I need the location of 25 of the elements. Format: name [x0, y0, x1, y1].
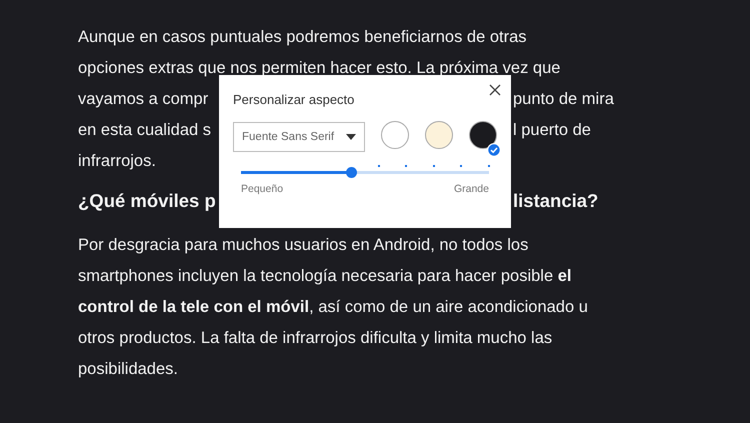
paragraph-line: smartphones incluyen la tecnología necesaria para hacer posible el	[78, 267, 572, 285]
article-heading: listancia?	[513, 189, 598, 213]
paragraph-line: infrarrojos.	[78, 152, 156, 170]
theme-swatch[interactable]	[469, 121, 497, 149]
close-icon[interactable]	[489, 84, 501, 96]
theme-swatch[interactable]	[425, 121, 453, 149]
max-label: Grande	[454, 183, 489, 195]
slider-thumb[interactable]	[346, 167, 357, 178]
paragraph-line: Por desgracia para muchos usuarios en Android, no todos los	[78, 236, 528, 254]
paragraph-line: Aunque en casos puntuales podremos beneficiarnos de otras	[78, 28, 527, 46]
caret-icon	[346, 134, 356, 140]
theme-swatch[interactable]	[381, 121, 409, 149]
paragraph-line: en esta cualidad s	[78, 120, 212, 141]
dialog-title: Personalizar aspecto	[233, 92, 356, 107]
paragraph-line: control de la tele con el móvil, así como de un aire acondicionado u	[78, 298, 588, 316]
check-icon	[487, 143, 501, 157]
paragraph-line: otros productos. La falta de infrarrojos dificulta y limita mucho las	[78, 329, 552, 347]
min-label: Pequeño	[241, 183, 284, 195]
paragraph-line: opciones extras que nos permiten hacer esto. La próxima vez que	[78, 59, 560, 77]
paragraph-line: punto de mira	[513, 89, 614, 110]
paragraph-line: vayamos a compr	[78, 89, 210, 110]
font-dropdown[interactable]: Fuente Sans Serif	[233, 122, 365, 152]
paragraph-line: posibilidades.	[78, 360, 178, 378]
article-heading: ¿Qué móviles p	[78, 189, 217, 213]
paragraph-line: l puerto de	[513, 120, 591, 141]
